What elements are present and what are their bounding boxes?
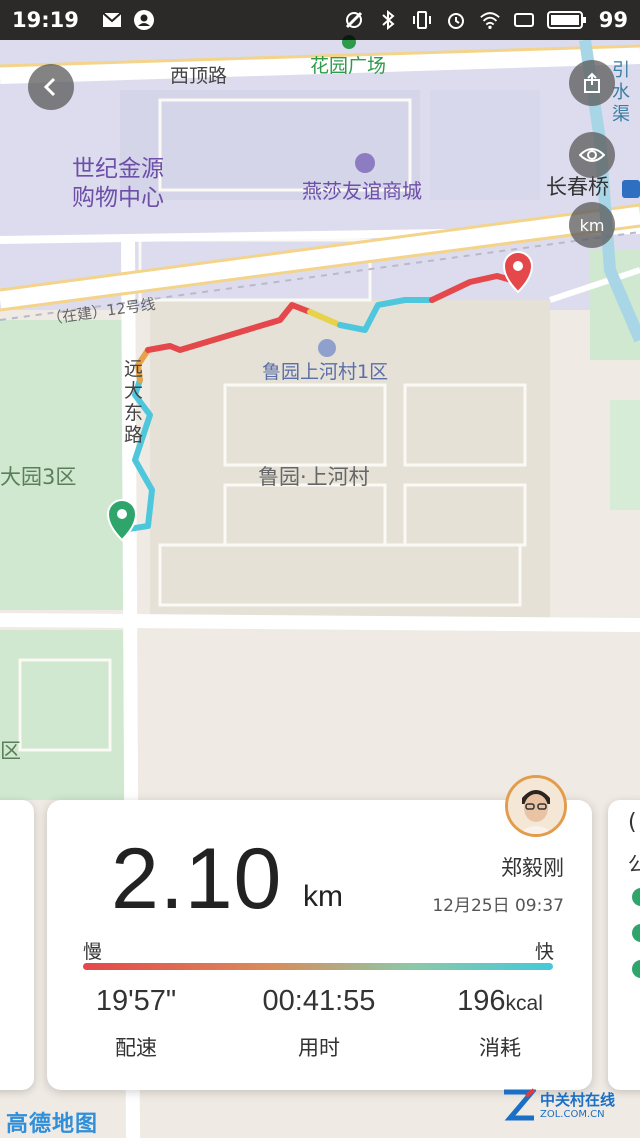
user-name: 郑毅刚 (501, 856, 564, 880)
km-marker-toggle[interactable]: km (569, 202, 615, 248)
previous-card[interactable] (0, 800, 34, 1090)
status-bar: 19:19 99 (0, 0, 640, 40)
next-card-dot-2 (632, 924, 640, 942)
map-label-canal: 引水渠 (612, 60, 630, 125)
next-card-dot-3 (632, 960, 640, 978)
next-card-partial-bracket: ( (628, 810, 637, 835)
shop-icon (355, 153, 375, 173)
battery-icon (546, 10, 587, 30)
back-button[interactable] (28, 64, 74, 110)
residence-icon (318, 339, 336, 357)
next-card[interactable]: ( 公 (608, 800, 640, 1090)
next-card-partial-char: 公 (628, 852, 640, 876)
map-label-park3: 大园3区 (0, 465, 76, 489)
map-label-yuanda-road: 远大东路 (124, 358, 144, 446)
calories-value: 196 (457, 985, 506, 1017)
status-time: 19:19 (12, 8, 79, 32)
duration-label: 用时 (298, 1036, 340, 1060)
calories-unit: kcal (505, 992, 543, 1015)
avatar[interactable] (505, 775, 567, 837)
calories-stat: 196kcal 消耗 (420, 985, 580, 1062)
speed-gradient-bar (83, 963, 553, 970)
amap-logo: 高德地图 (6, 1112, 99, 1137)
speed-fast-label: 快 (534, 941, 554, 963)
zol-watermark: 中关村在线 ZOL.COM.CN (502, 1088, 615, 1124)
screen-icon (513, 10, 535, 30)
map-label-west-road: 西顶路 (170, 65, 227, 87)
visibility-button[interactable] (569, 132, 615, 178)
account-icon (133, 10, 155, 30)
alarm-icon (445, 10, 467, 30)
share-icon (584, 72, 600, 93)
vibrate-icon (411, 10, 433, 30)
zol-cn-text: 中关村在线 (540, 1090, 616, 1109)
eye-icon (579, 148, 605, 162)
map-label-district: 区 (0, 739, 21, 763)
run-datetime: 12月25日 09:37 (432, 896, 564, 916)
zol-logo-icon (504, 1088, 536, 1121)
distance-value: 2.10 (111, 831, 283, 927)
map-label-changchun-bridge: 长春桥 (546, 175, 609, 199)
run-summary-card[interactable]: 2.10 km 郑毅刚 12月25日 09:37 慢 快 19'57" 配速 0… (47, 775, 592, 1090)
pace-stat: 19'57" 配速 (56, 985, 216, 1062)
battery-percent: 99 (598, 8, 628, 32)
calories-label: 消耗 (479, 1036, 521, 1060)
pace-value: 19'57" (95, 985, 177, 1017)
bluetooth-icon (377, 10, 399, 30)
bus-stop-icon (622, 180, 640, 198)
map-label-luyuan: 鲁园·上河村 (258, 465, 370, 489)
wifi-icon (479, 10, 501, 30)
duration-value: 00:41:55 (262, 985, 376, 1017)
mail-icon (101, 10, 123, 30)
next-card-dot-1 (632, 888, 640, 906)
speed-slow-label: 慢 (83, 941, 103, 963)
zol-en-text: ZOL.COM.CN (540, 1108, 605, 1120)
duration-stat: 00:41:55 用时 (239, 985, 399, 1062)
map-label-garden-square: 花园广场 (310, 55, 386, 77)
map-label-mall-line2: 购物中心 (72, 185, 164, 211)
back-icon (43, 77, 56, 97)
km-marker-label: km (579, 215, 605, 235)
nfc-icon (343, 10, 365, 30)
map-label-yansha: 燕莎友谊商城 (302, 179, 422, 203)
pace-label: 配速 (115, 1036, 157, 1060)
map-label-luyuan-1: 鲁园上河村1区 (262, 361, 388, 383)
share-button[interactable] (569, 60, 615, 106)
distance-unit: km (303, 880, 343, 913)
map-label-mall-line1: 世纪金源 (72, 156, 164, 182)
